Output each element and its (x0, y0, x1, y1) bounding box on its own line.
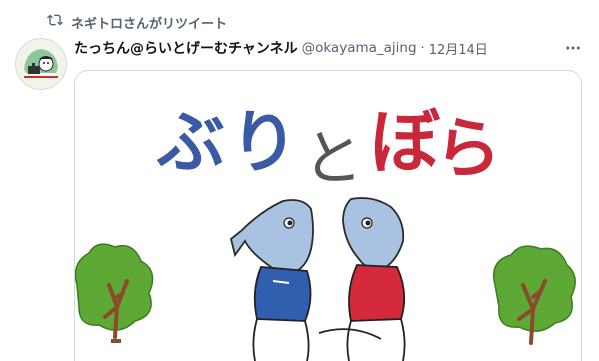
display-name[interactable]: たっちん@らいとげーむチャンネル (74, 38, 298, 58)
tweet-header: たっちん@らいとげーむチャンネル @okayama_ajing · 12月14日 (74, 38, 583, 58)
retweet-label: ネギトロさんがリツイート (71, 16, 228, 32)
more-options-button[interactable] (563, 38, 583, 58)
title-char-bo: ぼ (370, 101, 441, 183)
title-char-to: と (303, 124, 363, 194)
user-handle[interactable]: @okayama_ajing (302, 40, 417, 56)
more-icon (566, 46, 580, 50)
retweet-indicator[interactable]: ネギトロさんがリツイート (47, 12, 227, 32)
avatar[interactable] (15, 38, 67, 90)
separator-dot: · (420, 40, 425, 56)
avatar-image (16, 39, 66, 89)
buri-to-bora-illustration: ぶ り と ぼ ら (75, 71, 581, 361)
tweet-timestamp[interactable]: 12月14日 (429, 39, 488, 58)
tweet-media-image[interactable]: ぶ り と ぼ ら (74, 70, 582, 361)
retweet-icon (47, 12, 63, 32)
title-char-ri: り (230, 104, 298, 183)
title-char-bu: ぶ (156, 104, 225, 183)
title-char-ra: ら (435, 110, 501, 187)
